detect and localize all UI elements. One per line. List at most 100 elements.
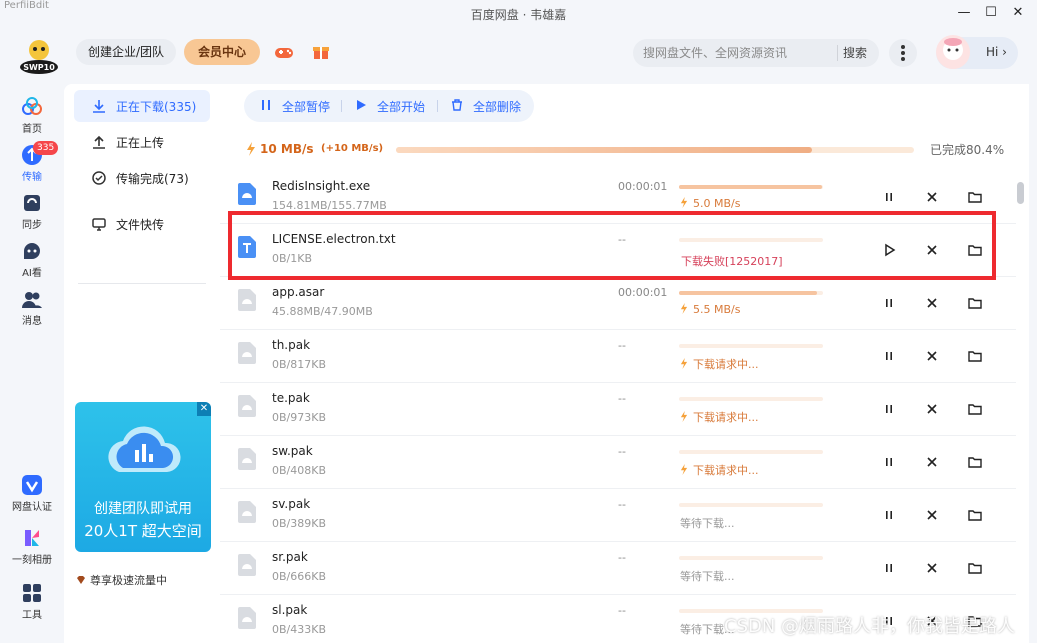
pause-button[interactable] [881, 507, 897, 523]
total-progress-bar [396, 147, 914, 153]
file-size: 0B/1KB [272, 252, 313, 265]
nav-home-label: 首页 [22, 124, 42, 135]
file-icon [238, 554, 256, 576]
close-icon [927, 457, 937, 467]
close-button[interactable]: ✕ [1007, 4, 1029, 22]
open-folder-button[interactable] [967, 560, 983, 576]
download-row[interactable]: sr.pak 0B/666KB -- 等待下载... [220, 542, 1016, 595]
open-folder-button[interactable] [967, 454, 983, 470]
team-promo-banner[interactable]: ✕ 创建团队即试用 20人1T 超大空间 [75, 402, 211, 552]
cancel-button[interactable] [924, 560, 940, 576]
tab-downloading[interactable]: 正在下载(335) [74, 90, 210, 122]
tab-quick-transfer[interactable]: 文件快传 [74, 208, 210, 240]
cancel-button[interactable] [924, 507, 940, 523]
window-title: 百度网盘 · 韦雄嘉 [470, 8, 567, 22]
more-menu-button[interactable] [889, 39, 917, 67]
cancel-button[interactable] [924, 348, 940, 364]
pause-button[interactable] [881, 295, 897, 311]
logo[interactable]: SWP10 [18, 36, 60, 78]
cancel-button[interactable] [924, 454, 940, 470]
overall-progress: 10 MB/s (+10 MB/s) 已完成80.4% [220, 138, 1029, 162]
nav-verify[interactable]: 网盘认证 [0, 474, 64, 513]
nav-messages[interactable]: 消息 [0, 288, 64, 327]
pause-icon [886, 511, 892, 519]
open-folder-button[interactable] [967, 507, 983, 523]
open-folder-button[interactable] [967, 189, 983, 205]
download-row[interactable]: te.pak 0B/973KB -- 下载请求中... [220, 383, 1016, 436]
file-progress-bar [679, 450, 823, 454]
nav-home[interactable]: 首页 [0, 96, 64, 135]
open-folder-button[interactable] [967, 295, 983, 311]
file-progress-fill [679, 291, 818, 295]
scrollbar[interactable] [1015, 180, 1025, 643]
file-size: 0B/433KB [272, 623, 327, 636]
minimize-button[interactable]: — [953, 4, 975, 22]
user-profile-button[interactable]: Hi › [936, 35, 1018, 69]
file-type-icon [238, 289, 256, 311]
cancel-button[interactable] [924, 295, 940, 311]
nav-tools[interactable]: 工具 [0, 582, 64, 621]
download-row[interactable]: app.asar 45.88MB/47.90MB 00:00:01 5.5 MB/s [220, 277, 1016, 330]
swp-logo-icon: SWP10 [20, 40, 58, 74]
maximize-button[interactable]: ☐ [980, 4, 1002, 22]
cancel-button[interactable] [924, 401, 940, 417]
file-type-icon [238, 395, 256, 417]
file-icon [238, 448, 256, 470]
resume-button[interactable] [881, 242, 897, 258]
pause-button[interactable] [881, 189, 897, 205]
search-input[interactable] [643, 43, 833, 63]
search-button[interactable]: 搜索 [843, 44, 867, 61]
promo-line-2: 20人1T 超大空间 [84, 522, 202, 540]
tab-uploading[interactable]: 正在上传 [74, 126, 210, 158]
vip-center-button[interactable]: 会员中心 [184, 39, 260, 65]
file-size: 154.81MB/155.77MB [272, 199, 387, 212]
gift-icon[interactable] [309, 40, 333, 64]
nav-transfer[interactable]: 335 传输 [0, 141, 64, 183]
bonus-speed: (+10 MB/s) [321, 143, 384, 154]
promo-close-icon[interactable]: ✕ [197, 402, 211, 416]
scrollbar-thumb[interactable] [1017, 182, 1024, 204]
cancel-button[interactable] [924, 242, 940, 258]
tab-completed[interactable]: 传输完成(73) [74, 162, 210, 194]
cloud-chart-icon [108, 426, 181, 472]
file-status-text: 5.5 MB/s [693, 303, 741, 316]
file-progress-fill [679, 185, 822, 189]
file-time-left: -- [618, 551, 626, 564]
pause-button[interactable] [881, 454, 897, 470]
check-circle-icon [92, 171, 106, 185]
pause-icon [262, 100, 270, 110]
file-status-text: 5.0 MB/s [693, 197, 741, 210]
open-folder-button[interactable] [967, 242, 983, 258]
download-row[interactable]: th.pak 0B/817KB -- 下载请求中... [220, 330, 1016, 383]
pause-button[interactable] [881, 401, 897, 417]
total-speed: 10 MB/s [260, 142, 314, 156]
file-time-left: -- [618, 233, 626, 246]
file-progress-bar [679, 291, 823, 295]
game-icon[interactable] [272, 40, 296, 64]
nav-ai[interactable]: AI看 [0, 240, 64, 279]
download-row[interactable]: sw.pak 0B/408KB -- 下载请求中... [220, 436, 1016, 489]
file-progress-bar [679, 503, 823, 507]
toolbar-divider [341, 100, 342, 112]
toolbar-divider [437, 100, 438, 112]
cancel-button[interactable] [924, 189, 940, 205]
open-folder-button[interactable] [967, 348, 983, 364]
nav-album[interactable]: 一刻相册 [0, 527, 64, 566]
open-folder-button[interactable] [967, 401, 983, 417]
file-progress-bar [679, 238, 823, 242]
verify-shield-icon [22, 475, 42, 495]
download-row[interactable]: RedisInsight.exe 154.81MB/155.77MB 00:00:0… [220, 171, 1016, 224]
pause-button[interactable] [881, 348, 897, 364]
create-team-button[interactable]: 创建企业/团队 [76, 39, 176, 65]
tab-downloading-label: 正在下载(335) [116, 100, 197, 114]
download-row[interactable]: LICENSE.electron.txt 0B/1KB -- 下载失败[1252017… [220, 224, 1016, 277]
pause-button[interactable] [881, 560, 897, 576]
nav-sync[interactable]: 同步 [0, 192, 64, 231]
lightning-icon [680, 197, 688, 208]
file-type-icon [238, 607, 256, 629]
download-row[interactable]: sv.pak 0B/389KB -- 等待下载... [220, 489, 1016, 542]
file-status-text: 下载请求中... [693, 358, 759, 371]
file-time-left: -- [618, 339, 626, 352]
tab-quick-transfer-label: 文件快传 [116, 218, 165, 232]
pause-icon [886, 299, 892, 307]
